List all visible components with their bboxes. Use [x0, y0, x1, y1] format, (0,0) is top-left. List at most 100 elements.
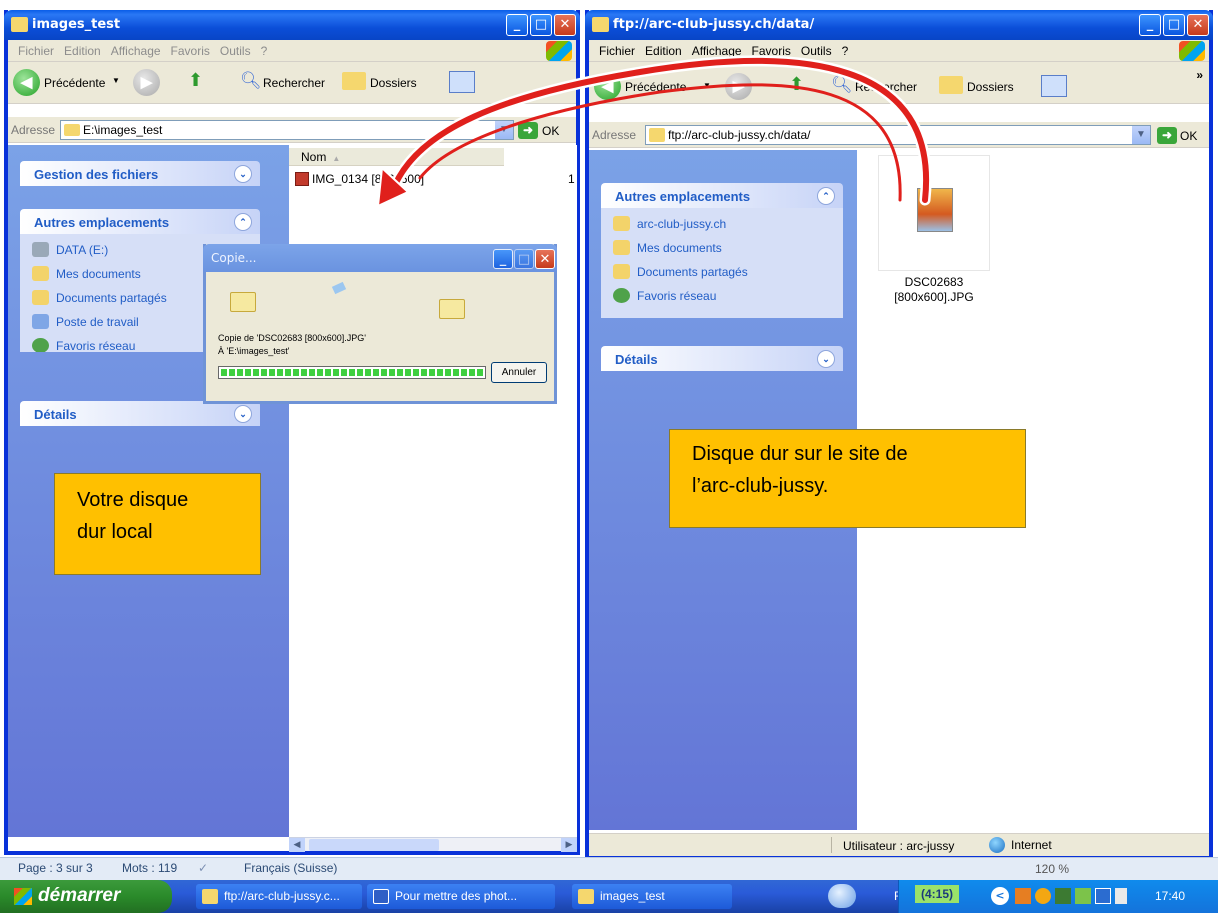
- scroll-thumb[interactable]: [309, 839, 439, 851]
- place-link-label: Favoris réseau: [56, 339, 136, 352]
- start-label: démarrer: [38, 885, 121, 906]
- menu-edition[interactable]: Edition: [645, 44, 682, 58]
- back-arrow-icon[interactable]: ◀: [13, 69, 40, 96]
- panel-file-tasks-header[interactable]: Gestion des fichiers ⌄: [20, 161, 260, 186]
- collapse-chevron-icon[interactable]: ⌃: [817, 187, 835, 205]
- scroll-right-icon[interactable]: ▶: [561, 838, 577, 852]
- back-arrow-icon[interactable]: ◀: [594, 73, 621, 100]
- panel-other-places-header[interactable]: Autres emplacements ⌃: [601, 183, 843, 208]
- start-button[interactable]: démarrer: [0, 880, 172, 913]
- taskbar-task-ftp[interactable]: ftp://arc-club-jussy.c...: [196, 884, 362, 909]
- column-header-name[interactable]: Nom ▲: [289, 148, 504, 166]
- close-button[interactable]: ✕: [554, 14, 576, 36]
- search-button[interactable]: Rechercher: [263, 76, 325, 90]
- back-dropdown-icon[interactable]: ▼: [112, 76, 120, 85]
- forward-arrow-icon[interactable]: ▶: [133, 69, 160, 96]
- back-dropdown-icon[interactable]: ▼: [703, 81, 711, 90]
- place-link-mes-documents[interactable]: Mes documents: [613, 238, 831, 262]
- panel-details-header[interactable]: Détails ⌄: [601, 346, 843, 371]
- expand-chevron-icon[interactable]: ⌄: [234, 165, 252, 183]
- chevron-down-icon[interactable]: ▼: [1132, 126, 1150, 144]
- tray-app-icon[interactable]: [1075, 888, 1091, 904]
- toolbar-overflow-icon[interactable]: »: [1196, 68, 1203, 82]
- file-row[interactable]: IMG_0134 [800x600] 1: [295, 171, 575, 189]
- go-arrow-icon[interactable]: ➜: [518, 122, 538, 139]
- cancel-button[interactable]: Annuler: [491, 362, 547, 383]
- left-horizontal-scrollbar[interactable]: ◀ ▶: [289, 837, 577, 852]
- right-address-input[interactable]: ftp://arc-club-jussy.ch/data/ ▼: [645, 125, 1151, 145]
- task-label: ftp://arc-club-jussy.c...: [224, 889, 340, 903]
- destination-folder-icon: [439, 299, 465, 319]
- remote-file-tile[interactable]: [878, 155, 990, 271]
- notification-balloon-icon[interactable]: [828, 884, 856, 908]
- menu-fichier[interactable]: Fichier: [18, 44, 54, 58]
- folders-button[interactable]: Dossiers: [967, 80, 1014, 94]
- maximize-button[interactable]: □: [530, 14, 552, 36]
- right-title-bar[interactable]: ftp://arc-club-jussy.ch/data/ _ □ ✕: [585, 10, 1213, 40]
- expand-chevron-icon[interactable]: ⌄: [234, 405, 252, 423]
- views-icon[interactable]: [449, 71, 475, 93]
- go-button-label[interactable]: OK: [1180, 129, 1197, 143]
- minimize-button[interactable]: _: [1139, 14, 1161, 36]
- minimize-button[interactable]: _: [506, 14, 528, 36]
- left-title-bar[interactable]: images_test _ □ ✕: [4, 10, 580, 40]
- menu-help[interactable]: ?: [261, 44, 268, 58]
- left-address-input[interactable]: E:\images_test ▼: [60, 120, 514, 140]
- search-button[interactable]: Rechercher: [855, 80, 917, 94]
- tray-counter[interactable]: (4:15): [915, 885, 960, 903]
- close-button[interactable]: ✕: [1187, 14, 1209, 36]
- spellcheck-icon[interactable]: ✓: [198, 861, 208, 875]
- scroll-left-icon[interactable]: ◀: [289, 838, 305, 852]
- views-icon[interactable]: [1041, 75, 1067, 97]
- back-button-label[interactable]: Précédente: [625, 80, 686, 94]
- maximize-button[interactable]: □: [1163, 14, 1185, 36]
- panel-details-header[interactable]: Détails ⌄: [20, 401, 260, 426]
- word-zoom-level[interactable]: 120 %: [1035, 862, 1069, 876]
- close-button[interactable]: ✕: [535, 249, 555, 269]
- word-page-count[interactable]: Page : 3 sur 3: [18, 861, 93, 875]
- chevron-down-icon[interactable]: ▼: [495, 121, 513, 139]
- menu-help[interactable]: ?: [842, 44, 849, 58]
- word-language[interactable]: Français (Suisse): [244, 861, 337, 875]
- place-link-label: Documents partagés: [56, 291, 167, 305]
- maximize-button[interactable]: □: [514, 249, 534, 269]
- up-folder-icon[interactable]: ⬆: [789, 74, 804, 95]
- tray-app-icon[interactable]: [1035, 888, 1051, 904]
- menu-outils[interactable]: Outils: [801, 44, 832, 58]
- minimize-button[interactable]: _: [493, 249, 513, 269]
- back-button-label[interactable]: Précédente: [44, 76, 105, 90]
- menu-affichage[interactable]: Affichage: [111, 44, 161, 58]
- forward-arrow-icon[interactable]: ▶: [725, 73, 752, 100]
- left-menu-bar: Fichier Edition Affichage Favoris Outils?: [8, 40, 576, 62]
- tray-network-icon[interactable]: [1055, 888, 1071, 904]
- word-word-count[interactable]: Mots : 119: [122, 861, 177, 875]
- menu-outils[interactable]: Outils: [220, 44, 251, 58]
- tray-app-icon[interactable]: [1015, 888, 1031, 904]
- menu-edition[interactable]: Edition: [64, 44, 101, 58]
- place-link-documents-partages[interactable]: Documents partagés: [613, 262, 831, 286]
- place-link-arc-club-jussy[interactable]: arc-club-jussy.ch: [613, 214, 831, 238]
- collapse-chevron-icon[interactable]: ⌃: [234, 213, 252, 231]
- taskbar-task-word[interactable]: Pour mettre des phot...: [367, 884, 555, 909]
- copy-dialog-title-bar[interactable]: Copie... _ □ ✕: [203, 244, 557, 272]
- menu-favoris[interactable]: Favoris: [171, 44, 210, 58]
- expand-chevron-icon[interactable]: ⌄: [817, 350, 835, 368]
- panel-other-places-header[interactable]: Autres emplacements ⌃: [20, 209, 260, 234]
- folders-button[interactable]: Dossiers: [370, 76, 417, 90]
- source-folder-icon: [230, 292, 256, 312]
- tray-app-icon[interactable]: [1115, 888, 1127, 904]
- folder-icon: [578, 889, 594, 904]
- tray-expand-icon[interactable]: <: [991, 887, 1009, 905]
- menu-favoris[interactable]: Favoris: [752, 44, 791, 58]
- taskbar-task-images-test[interactable]: images_test: [572, 884, 732, 909]
- menu-fichier[interactable]: Fichier: [599, 44, 635, 58]
- go-arrow-icon[interactable]: ➜: [1157, 127, 1177, 144]
- menu-affichage[interactable]: Affichage: [692, 44, 742, 58]
- right-menu-bar: Fichier Edition Affichage Favoris Outils?: [589, 40, 1209, 62]
- go-button-label[interactable]: OK: [542, 124, 559, 138]
- tray-app-icon[interactable]: [1095, 888, 1111, 904]
- up-folder-icon[interactable]: ⬆: [188, 70, 203, 91]
- place-link-favoris-reseau[interactable]: Favoris réseau: [613, 286, 831, 310]
- computer-icon: [32, 314, 49, 329]
- clock[interactable]: 17:40: [1155, 889, 1185, 903]
